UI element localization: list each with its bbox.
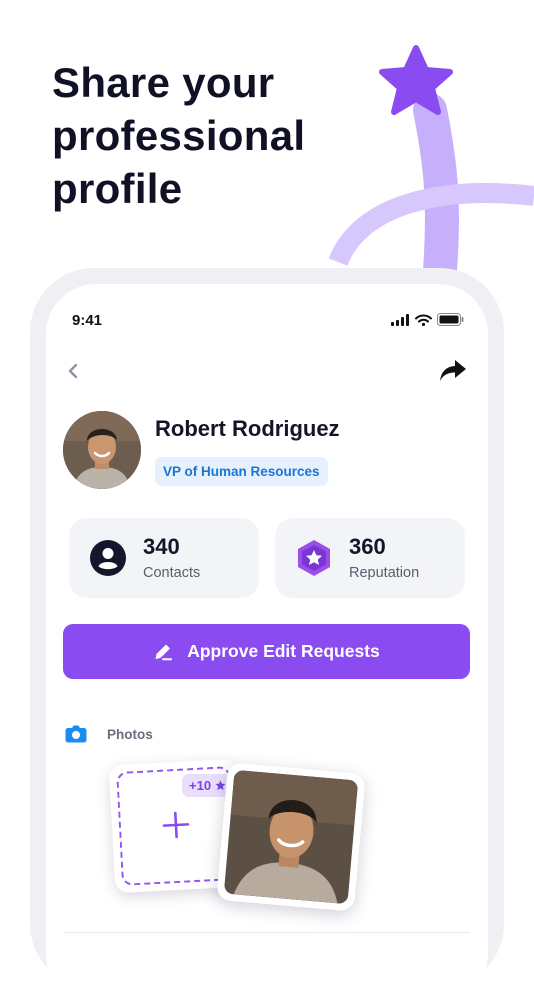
headline-line-1: Share your bbox=[52, 59, 275, 106]
photos-section-header: Photos bbox=[65, 724, 153, 744]
headline-line-2: professional bbox=[52, 112, 306, 159]
profile-photo-image bbox=[223, 769, 359, 905]
share-button[interactable] bbox=[438, 358, 468, 384]
signal-icon bbox=[391, 313, 409, 326]
phone-screen: 9:41 Robert Rodriguez VP of Human Resour… bbox=[46, 284, 488, 1004]
status-icons bbox=[391, 313, 464, 326]
contacts-card[interactable]: 340 Contacts bbox=[69, 518, 259, 598]
contacts-value: 340 bbox=[143, 534, 180, 559]
approve-edit-requests-button[interactable]: Approve Edit Requests bbox=[63, 624, 470, 679]
wifi-icon bbox=[415, 314, 432, 326]
approve-button-label: Approve Edit Requests bbox=[187, 641, 380, 661]
photos-section-title: Photos bbox=[107, 726, 153, 742]
battery-icon bbox=[437, 313, 464, 326]
phone-frame: 9:41 Robert Rodriguez VP of Human Resour… bbox=[30, 268, 504, 1004]
profile-photo bbox=[223, 769, 359, 905]
star-hexagon-icon bbox=[298, 540, 330, 576]
profile-name: Robert Rodriguez bbox=[155, 416, 340, 441]
chevron-left-icon bbox=[68, 363, 78, 379]
headline-line-3: profile bbox=[52, 165, 183, 212]
profile-photo-card[interactable] bbox=[216, 762, 366, 912]
contacts-label: Contacts bbox=[143, 565, 201, 581]
photo-count-text: +10 bbox=[189, 778, 212, 793]
reputation-label: Reputation bbox=[349, 565, 420, 581]
back-button[interactable] bbox=[62, 358, 86, 384]
pencil-icon bbox=[155, 644, 173, 660]
camera-icon bbox=[65, 725, 87, 743]
avatar-photo bbox=[63, 411, 141, 489]
section-divider bbox=[63, 932, 470, 933]
reputation-card[interactable]: 360 Reputation bbox=[275, 518, 465, 598]
person-icon bbox=[90, 540, 126, 576]
role-badge: VP of Human Resources bbox=[155, 457, 328, 486]
share-arrow-icon bbox=[440, 360, 466, 381]
reputation-value: 360 bbox=[349, 534, 386, 559]
status-time: 9:41 bbox=[72, 312, 103, 329]
star-icon bbox=[215, 780, 226, 791]
headline: Share your professional profile bbox=[52, 56, 352, 215]
plus-icon bbox=[162, 811, 190, 839]
avatar bbox=[63, 411, 141, 489]
